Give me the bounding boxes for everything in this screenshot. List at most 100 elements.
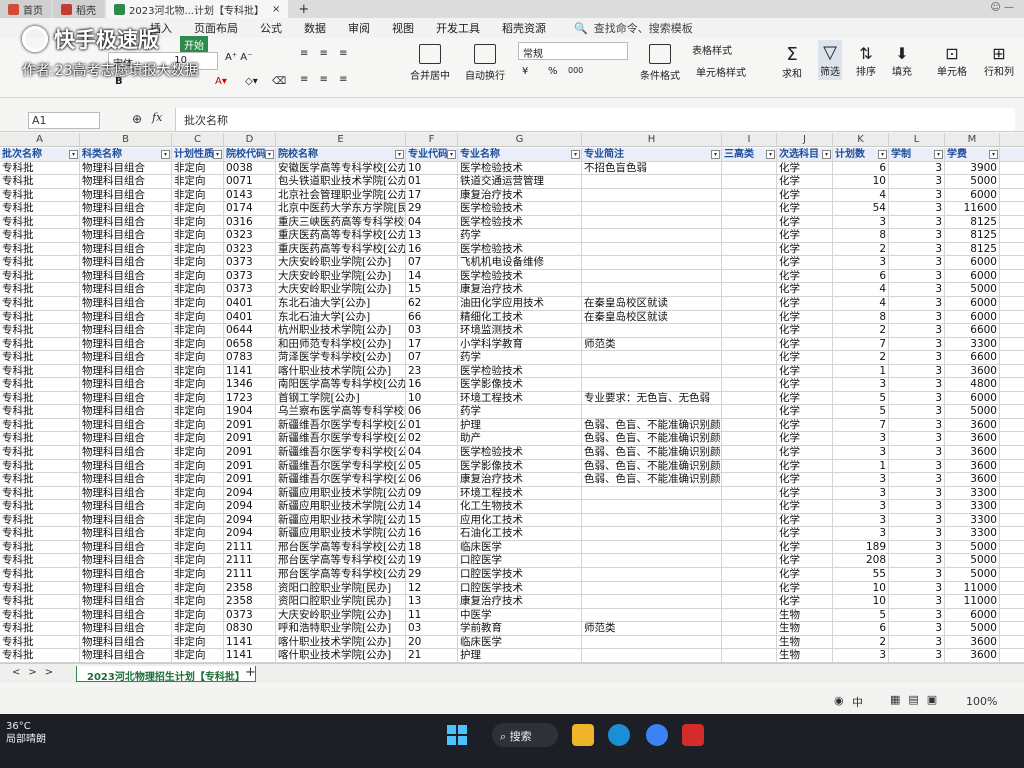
table-cell[interactable]: 物理科目组合 xyxy=(80,554,172,568)
table-cell[interactable]: 邢台医学高等专科学校[公办] xyxy=(276,554,406,568)
table-cell[interactable]: 化学 xyxy=(777,405,833,419)
table-cell[interactable] xyxy=(722,283,777,298)
table-cell[interactable]: 化学 xyxy=(777,554,833,568)
table-cell[interactable] xyxy=(722,432,777,447)
header-cell[interactable]: 院校名称 ▾ xyxy=(276,148,406,162)
table-cell[interactable] xyxy=(722,418,777,433)
table-cell[interactable]: 邢台医学高等专科学校[公办] xyxy=(276,540,406,555)
table-cell[interactable]: 3 xyxy=(833,500,889,514)
taskbar-search[interactable]: ⌕ 搜索 xyxy=(492,723,558,747)
windows-start-icon[interactable] xyxy=(446,724,468,746)
table-cell[interactable]: 化学 xyxy=(777,513,833,528)
table-cell[interactable]: 16 xyxy=(406,378,458,392)
filter-button[interactable]: ▽ 筛选 xyxy=(818,40,842,80)
font-name-select[interactable]: 宋体 10 xyxy=(108,52,218,70)
table-cell[interactable]: 物理科目组合 xyxy=(80,337,172,352)
table-cell[interactable] xyxy=(582,554,722,568)
table-cell[interactable]: 物理科目组合 xyxy=(80,649,172,663)
table-cell[interactable]: 3 xyxy=(833,378,889,392)
table-cell[interactable]: 3 xyxy=(889,175,945,189)
table-cell[interactable]: 化学 xyxy=(777,283,833,298)
weather-widget[interactable]: 36°C 局部晴朗 xyxy=(6,720,46,746)
table-cell[interactable] xyxy=(582,175,722,189)
table-cell[interactable]: 喀什职业技术学院[公办] xyxy=(276,364,406,379)
column-header-c[interactable]: C xyxy=(172,133,224,147)
table-cell[interactable]: 生物 xyxy=(777,635,833,650)
table-cell[interactable]: 铁道交通运营管理 xyxy=(458,175,582,189)
table-cell[interactable] xyxy=(722,500,777,514)
table-cell[interactable]: 呼和浩特职业学院[公办] xyxy=(276,622,406,636)
table-cell[interactable]: 6 xyxy=(833,622,889,636)
table-cell[interactable]: 3300 xyxy=(945,513,1000,528)
table-cell[interactable]: 化学 xyxy=(777,418,833,433)
table-cell[interactable] xyxy=(722,567,777,582)
table-cell[interactable]: 色弱、色盲、不能准确识别颜色 xyxy=(582,432,722,447)
table-cell[interactable]: 新疆维吾尔医学专科学校[公办] xyxy=(276,459,406,474)
table-cell[interactable]: 2094 xyxy=(224,486,276,501)
cells-button[interactable]: ⊡ 单元格 xyxy=(937,44,967,78)
table-cell[interactable]: 非定向 xyxy=(172,337,224,352)
zoom-icon[interactable]: ⊕ xyxy=(132,112,142,126)
table-cell[interactable]: 物理科目组合 xyxy=(80,581,172,596)
table-cell[interactable]: 54 xyxy=(833,202,889,216)
sheet-nav-arrows[interactable]: <>> xyxy=(12,667,61,678)
table-cell[interactable]: 6600 xyxy=(945,324,1000,338)
table-cell[interactable]: 专科批 xyxy=(0,229,80,243)
table-cell[interactable] xyxy=(722,202,777,216)
table-cell[interactable]: 物理科目组合 xyxy=(80,378,172,392)
table-cell[interactable] xyxy=(582,595,722,609)
table-cell[interactable]: 专业要求：无色盲、无色弱 xyxy=(582,391,722,406)
table-cell[interactable]: 环境工程技术 xyxy=(458,486,582,501)
table-cell[interactable]: 物理科目组合 xyxy=(80,500,172,514)
table-cell[interactable]: 专科批 xyxy=(0,622,80,636)
table-cell[interactable]: 物理科目组合 xyxy=(80,486,172,501)
table-cell[interactable] xyxy=(582,202,722,216)
table-cell[interactable]: 3600 xyxy=(945,364,1000,379)
table-cell[interactable]: 6 xyxy=(833,269,889,284)
table-cell[interactable]: 物理科目组合 xyxy=(80,229,172,243)
table-cell[interactable]: 2091 xyxy=(224,432,276,447)
table-cell[interactable]: 杭州职业技术学院[公办] xyxy=(276,324,406,338)
table-cell[interactable]: 3 xyxy=(889,540,945,555)
table-cell[interactable]: 3300 xyxy=(945,500,1000,514)
table-cell[interactable]: 3 xyxy=(889,215,945,230)
table-cell[interactable]: 5000 xyxy=(945,540,1000,555)
table-cell[interactable] xyxy=(722,391,777,406)
table-cell[interactable]: 5000 xyxy=(945,622,1000,636)
table-cell[interactable]: 安徽医学高等专科学校[公办] xyxy=(276,161,406,176)
table-cell[interactable]: 专科批 xyxy=(0,351,80,365)
table-cell[interactable]: 6000 xyxy=(945,608,1000,623)
tab-docer[interactable]: 稻壳 xyxy=(53,0,104,18)
menu-page-layout[interactable]: 页面布局 xyxy=(194,20,238,36)
table-cell[interactable]: 1141 xyxy=(224,649,276,663)
table-cell[interactable]: 专科批 xyxy=(0,554,80,568)
table-cell[interactable]: 化学 xyxy=(777,351,833,365)
table-cell[interactable]: 医学检验技术 xyxy=(458,269,582,284)
table-cell[interactable]: 专科批 xyxy=(0,418,80,433)
table-cell[interactable] xyxy=(582,256,722,270)
table-cell[interactable]: 非定向 xyxy=(172,405,224,419)
table-cell[interactable]: 石油化工技术 xyxy=(458,527,582,541)
table-cell[interactable] xyxy=(722,581,777,596)
table-cell[interactable]: 专科批 xyxy=(0,527,80,541)
header-cell[interactable]: 科类名称 ▾ xyxy=(80,148,172,162)
font-grow-icon[interactable]: A⁺ A⁻ xyxy=(225,52,252,63)
table-cell[interactable]: 0143 xyxy=(224,188,276,203)
table-cell[interactable]: 和田师范专科学校[公办] xyxy=(276,337,406,352)
table-cell[interactable]: 1141 xyxy=(224,364,276,379)
table-cell[interactable]: 非定向 xyxy=(172,310,224,325)
table-cell[interactable]: 3 xyxy=(889,486,945,501)
table-cell[interactable]: 康复治疗技术 xyxy=(458,595,582,609)
table-cell[interactable]: 7 xyxy=(833,418,889,433)
table-cell[interactable]: 中医学 xyxy=(458,608,582,623)
table-cell[interactable]: 专科批 xyxy=(0,649,80,663)
table-cell[interactable]: 专科批 xyxy=(0,161,80,176)
table-cell[interactable] xyxy=(582,513,722,528)
table-cell[interactable]: 专科批 xyxy=(0,473,80,487)
table-cell[interactable]: 3 xyxy=(889,513,945,528)
table-cell[interactable] xyxy=(582,229,722,243)
table-cell[interactable] xyxy=(722,635,777,650)
table-cell[interactable]: 8 xyxy=(833,229,889,243)
table-cell[interactable]: 3 xyxy=(889,581,945,596)
table-cell[interactable]: 非定向 xyxy=(172,500,224,514)
